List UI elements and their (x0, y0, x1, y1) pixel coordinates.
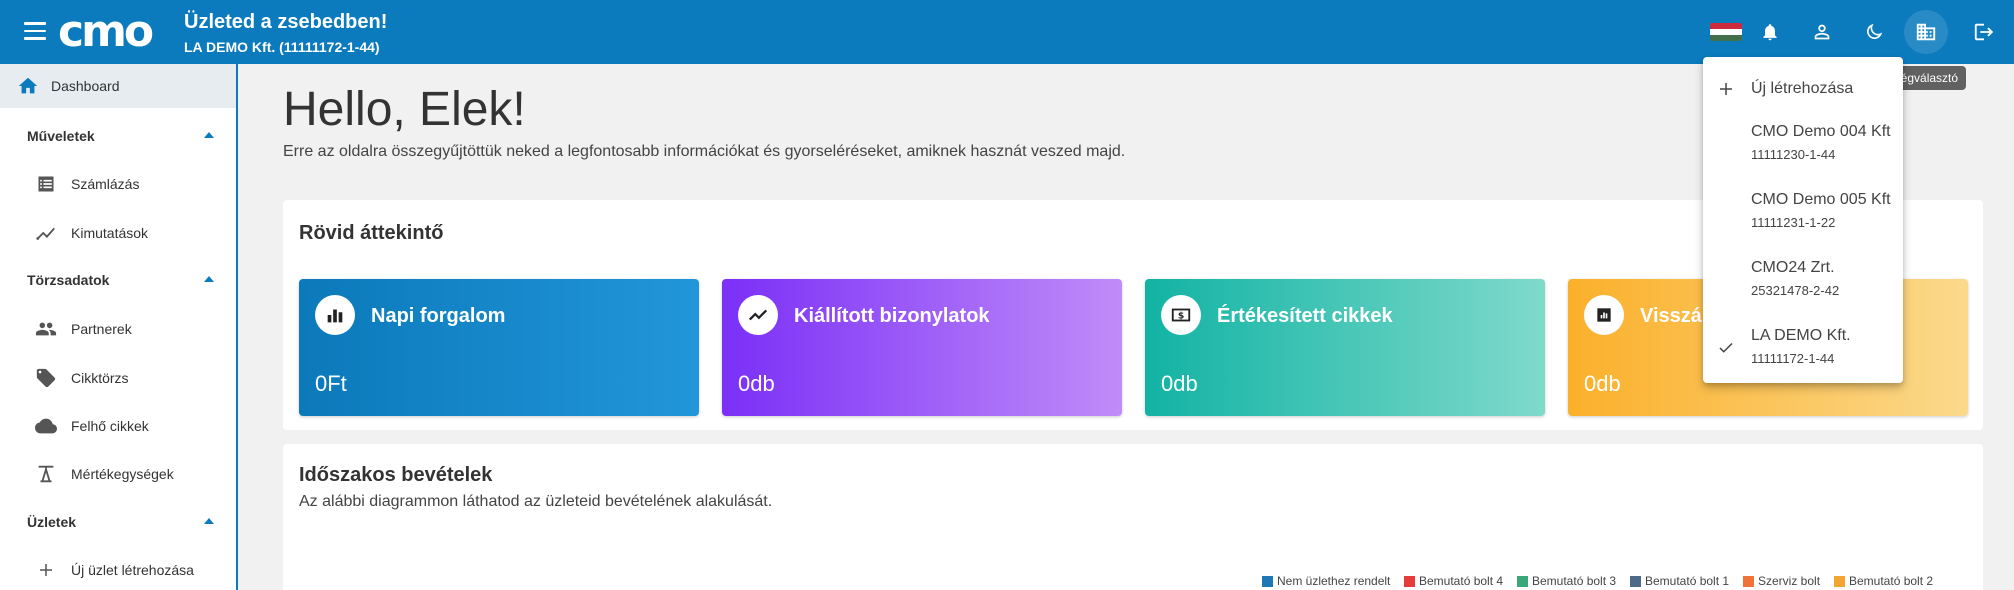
menu-item-company[interactable]: CMO Demo 005 Kft 11111231-1-22 (1703, 185, 1903, 251)
stats-icon (34, 221, 58, 245)
tile-ertekesitett-cikkek[interactable]: $ Értékesített cikkek 0db (1145, 279, 1545, 416)
legend-item[interactable]: Bemutató bolt 1 (1630, 574, 1729, 588)
top-app-bar: cmo Üzleted a zsebedben! LA DEMO Kft. (1… (0, 0, 2014, 64)
sidebar-item-szamlazas[interactable]: Számlázás (0, 162, 236, 206)
tile-value: 0db (1584, 371, 1621, 396)
current-company: LA DEMO Kft. (11111172-1-44) (184, 39, 380, 55)
menu-icon[interactable] (24, 22, 46, 40)
legend-item[interactable]: Nem üzlethez rendelt (1262, 574, 1390, 588)
sidebar-item-uj-uzlet[interactable]: Új üzlet létrehozása (0, 548, 236, 590)
tile-napi-forgalom[interactable]: Napi forgalom 0Ft (299, 279, 699, 416)
cmo-logo[interactable]: cmo (58, 10, 172, 54)
check-icon (1719, 342, 1733, 353)
tile-value: 0db (738, 371, 775, 396)
legend-item[interactable]: Bemutató bolt 2 (1834, 574, 1933, 588)
revenue-subtitle: Az alábbi diagrammon láthatod az üzletei… (299, 493, 773, 510)
revenue-title: Időszakos bevételek (299, 464, 493, 486)
company-selector-icon[interactable] (1904, 10, 1948, 54)
menu-item-company[interactable]: CMO Demo 004 Kft 11111230-1-44 (1703, 117, 1903, 183)
collapse-caret-icon (204, 132, 214, 138)
menu-item-company[interactable]: CMO24 Zrt. 25321478-2-42 (1703, 253, 1903, 319)
company-selector-menu: Új létrehozása CMO Demo 004 Kft 11111230… (1703, 57, 1903, 383)
tag-icon (34, 366, 58, 390)
svg-text:$: $ (1178, 311, 1184, 322)
people-icon (34, 317, 58, 341)
plus-icon (34, 558, 58, 582)
tile-value: 0db (1161, 371, 1198, 396)
greeting-title: Hello, Elek! (283, 83, 526, 136)
legend-item[interactable]: Bemutató bolt 3 (1517, 574, 1616, 588)
dark-mode-icon[interactable] (1856, 14, 1892, 50)
menu-item-company-selected[interactable]: LA DEMO Kft. 11111172-1-44 (1703, 321, 1903, 381)
home-icon (16, 74, 40, 98)
bell-icon[interactable] (1752, 14, 1788, 50)
app-title: Üzleted a zsebedben! (184, 11, 388, 33)
logout-icon[interactable] (1966, 14, 2002, 50)
receipt-icon (34, 172, 58, 196)
collapse-caret-icon (204, 518, 214, 524)
legend-item[interactable]: Szerviz bolt (1743, 574, 1820, 588)
sidebar-item-dashboard[interactable]: Dashboard (0, 64, 236, 108)
sidebar-section-muveletek[interactable]: Műveletek (0, 116, 236, 156)
legend-item[interactable]: Bemutató bolt 4 (1404, 574, 1503, 588)
sidebar: Dashboard Műveletek Számlázás Kimutatáso… (0, 64, 238, 590)
sidebar-item-mertekegysegek[interactable]: Mértékegységek (0, 452, 236, 496)
money-icon: $ (1161, 295, 1201, 335)
overview-title: Rövid áttekintő (299, 222, 444, 244)
sidebar-section-uzletek[interactable]: Üzletek (0, 502, 236, 542)
account-icon[interactable] (1804, 14, 1840, 50)
scale-icon (34, 462, 58, 486)
sidebar-item-felho-cikkek[interactable]: Felhő cikkek (0, 404, 236, 448)
report-icon (1584, 295, 1624, 335)
bar-chart-icon (315, 295, 355, 335)
greeting-subtitle: Erre az oldalra összegyűjtöttük neked a … (283, 143, 1126, 160)
sidebar-item-label: Dashboard (51, 78, 120, 94)
sidebar-item-cikktorzs[interactable]: Cikktörzs (0, 356, 236, 400)
collapse-caret-icon (204, 276, 214, 282)
hungarian-flag-icon[interactable] (1710, 23, 1742, 41)
cloud-icon (34, 414, 58, 438)
revenue-card: Időszakos bevételek Az alábbi diagrammon… (283, 444, 1983, 590)
trending-icon (738, 295, 778, 335)
sidebar-section-torzsadatok[interactable]: Törzsadatok (0, 260, 236, 300)
menu-item-create-company[interactable]: Új létrehozása (1703, 65, 1903, 113)
sidebar-item-partnerek[interactable]: Partnerek (0, 307, 236, 351)
plus-icon (1720, 83, 1732, 95)
tile-value: 0Ft (315, 371, 347, 396)
sidebar-item-kimutatasok[interactable]: Kimutatások (0, 211, 236, 255)
tile-kiallitott-bizonylatok[interactable]: Kiállított bizonylatok 0db (722, 279, 1122, 416)
